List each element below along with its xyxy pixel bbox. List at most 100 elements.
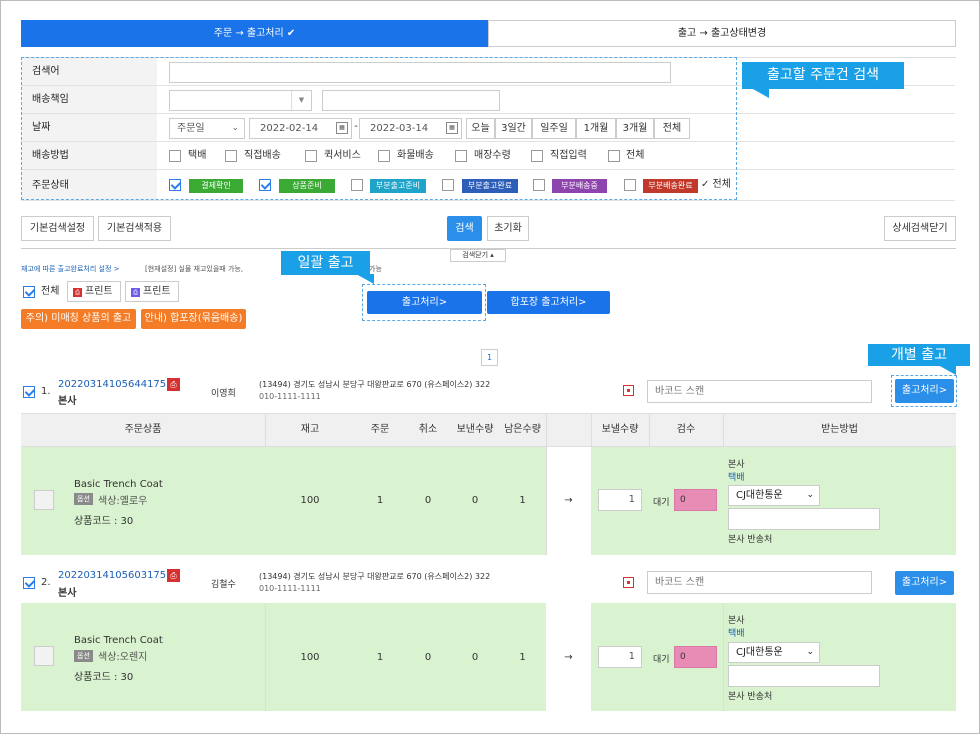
courier-select[interactable]: CJ대한통운 ⌄ bbox=[728, 642, 820, 663]
single-ship-button[interactable]: 출고처리> bbox=[895, 379, 954, 403]
header-product: 주문상품 bbox=[124, 424, 162, 435]
order-number: 1. bbox=[41, 386, 51, 397]
remain-value: 1 bbox=[519, 652, 526, 663]
order-id-link[interactable]: 2022031410560317532 bbox=[58, 570, 179, 581]
product-code: 상품코드 : 30 bbox=[74, 516, 134, 527]
callout-single: 개별 출고 bbox=[868, 344, 970, 366]
receive-method: 택배 bbox=[728, 629, 745, 639]
order-branch: 본사 bbox=[58, 588, 77, 599]
col-divider bbox=[649, 413, 650, 447]
tab-ship-status-change[interactable]: 출고 → 출고상태변경 bbox=[488, 20, 956, 47]
current-setting-text: [현재설정] 실물 재고있을때 가능, bbox=[145, 265, 244, 273]
header-order: 주문 bbox=[370, 424, 390, 435]
reset-button[interactable]: 초기화 bbox=[487, 216, 529, 241]
header-send-qty: 보낼수량 bbox=[601, 424, 639, 435]
chevron-down-icon: ⌄ bbox=[806, 490, 814, 500]
order-value: 1 bbox=[376, 652, 384, 663]
order-checkbox[interactable] bbox=[23, 386, 35, 398]
header-remain: 남은수량 bbox=[504, 424, 541, 435]
product-thumbnail bbox=[34, 646, 54, 666]
customer-phone: 010-1111-1111 bbox=[259, 392, 321, 401]
header-stock: 재고 bbox=[300, 424, 320, 435]
header-inspect: 검수 bbox=[676, 424, 696, 435]
select-all-label: 전체 bbox=[41, 286, 60, 297]
barcode-icon: ▪ bbox=[623, 385, 634, 396]
product-thumbnail bbox=[34, 490, 54, 510]
default-search-apply-button[interactable]: 기본검색적용 bbox=[98, 216, 171, 241]
inspect-count: 0 bbox=[674, 646, 717, 668]
print-label: 프린트 bbox=[85, 286, 113, 297]
customer-address: (13494) 경기도 성남시 분당구 대왕판교로 670 (유스페이스2) 3… bbox=[259, 380, 491, 389]
barcode-input[interactable] bbox=[647, 571, 872, 594]
barcode-icon: ▪ bbox=[623, 577, 634, 588]
inspect-status: 대기 bbox=[653, 655, 670, 665]
customer-name: 김철수 bbox=[211, 580, 236, 590]
barcode-input[interactable] bbox=[647, 380, 872, 403]
option-tag: 옵션 bbox=[74, 650, 93, 662]
stock-setting-link[interactable]: 재고에 따른 출고완료처리 설정 > bbox=[21, 264, 120, 274]
product-name: Basic Trench Coat bbox=[74, 635, 163, 646]
courier-value: CJ대한통운 bbox=[736, 647, 783, 658]
current-setting-tail: 가능 bbox=[369, 265, 382, 273]
select-all-checkbox[interactable] bbox=[23, 286, 35, 298]
callout-pointer bbox=[938, 365, 956, 375]
unmatched-warning-button[interactable]: 주의) 미매칭 상품의 출고 bbox=[21, 309, 136, 329]
customer-phone: 010-1111-1111 bbox=[259, 584, 321, 593]
print-label: 프린트 bbox=[143, 286, 171, 297]
callout-search: 출고할 주문건 검색 bbox=[742, 62, 904, 89]
send-qty-input[interactable]: 1 bbox=[598, 489, 642, 511]
sent-value: 0 bbox=[471, 652, 479, 663]
product-name: Basic Trench Coat bbox=[74, 479, 163, 490]
receive-branch: 본사 bbox=[728, 616, 745, 626]
printer-icon[interactable]: ⎙ bbox=[167, 569, 180, 582]
search-button[interactable]: 검색 bbox=[447, 216, 482, 241]
tracking-input[interactable] bbox=[728, 508, 880, 530]
inspect-count: 0 bbox=[674, 489, 717, 511]
close-search-toggle[interactable]: 검색닫기 ▴ bbox=[450, 249, 506, 262]
cancel-value: 0 bbox=[424, 652, 432, 663]
single-ship-button[interactable]: 출고처리> bbox=[895, 571, 954, 595]
courier-value: CJ대한통운 bbox=[736, 490, 783, 501]
print-button-2[interactable]: ⎙ 프린트 bbox=[125, 281, 179, 302]
courier-select[interactable]: CJ대한통운 ⌄ bbox=[728, 485, 820, 506]
inspect-status: 대기 bbox=[653, 498, 670, 508]
merge-ship-button[interactable]: 합포장 출고처리> bbox=[487, 291, 610, 314]
header-sent: 보낸수량 bbox=[456, 424, 494, 435]
sent-value: 0 bbox=[471, 495, 479, 506]
order-branch: 본사 bbox=[58, 396, 77, 407]
printer-icon: ⎙ bbox=[73, 288, 82, 297]
send-qty-input[interactable]: 1 bbox=[598, 646, 642, 668]
product-option: 색상:옐로우 bbox=[98, 496, 148, 507]
order-checkbox[interactable] bbox=[23, 577, 35, 589]
page-button[interactable]: 1 bbox=[481, 349, 498, 366]
merge-guide-button[interactable]: 안내) 합포장(묶음배송) bbox=[141, 309, 246, 329]
filter-highlight bbox=[21, 57, 737, 200]
callout-pointer bbox=[356, 274, 374, 284]
return-address: 본사 반송처 bbox=[728, 535, 773, 545]
printer-icon[interactable]: ⎙ bbox=[167, 378, 180, 391]
bulk-ship-button[interactable]: 출고처리> bbox=[367, 291, 482, 314]
receive-method: 택배 bbox=[728, 473, 745, 483]
callout-bulk: 일괄 출고 bbox=[281, 251, 370, 275]
arrow-icon: → bbox=[564, 652, 573, 663]
printer-icon: ⎙ bbox=[131, 288, 140, 297]
tracking-input[interactable] bbox=[728, 665, 880, 687]
remain-value: 1 bbox=[519, 495, 526, 506]
col-divider bbox=[546, 413, 547, 555]
tab-order-to-ship[interactable]: 주문 → 출고처리 ✔ bbox=[21, 20, 488, 47]
arrow-icon: → bbox=[564, 495, 573, 506]
customer-name: 이영희 bbox=[211, 389, 236, 399]
customer-address: (13494) 경기도 성남시 분당구 대왕판교로 670 (유스페이스2) 3… bbox=[259, 572, 491, 581]
print-button-1[interactable]: ⎙ 프린트 bbox=[67, 281, 121, 302]
product-code: 상품코드 : 30 bbox=[74, 672, 134, 683]
chevron-down-icon: ⌄ bbox=[806, 647, 814, 657]
stock-value: 100 bbox=[300, 652, 320, 663]
default-search-setting-button[interactable]: 기본검색설정 bbox=[21, 216, 94, 241]
header-cancel: 취소 bbox=[418, 424, 438, 435]
close-detail-search-button[interactable]: 상세검색닫기 bbox=[884, 216, 956, 241]
stock-value: 100 bbox=[300, 495, 320, 506]
order-number: 2. bbox=[41, 577, 51, 588]
cancel-value: 0 bbox=[424, 495, 432, 506]
order-id-link[interactable]: 2022031410564417533 bbox=[58, 379, 179, 390]
receive-branch: 본사 bbox=[728, 460, 745, 470]
